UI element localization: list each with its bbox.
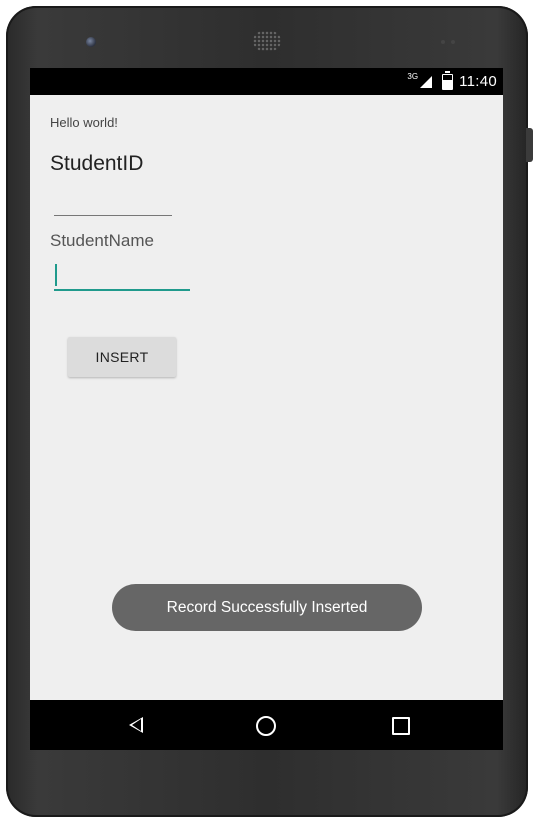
back-icon[interactable] (129, 717, 143, 733)
text-cursor (55, 264, 57, 286)
front-camera-icon (86, 37, 96, 47)
toast-message: Record Successfully Inserted (112, 584, 422, 631)
student-name-label: StudentName (50, 231, 154, 250)
status-bar: 3G 11:40 (30, 68, 503, 95)
status-clock: 11:40 (459, 73, 497, 90)
hello-text: Hello world! (50, 115, 118, 130)
cell-signal-icon (420, 75, 433, 88)
recents-icon[interactable] (392, 717, 410, 735)
earpiece-speaker-icon (253, 31, 281, 51)
home-icon[interactable] (256, 716, 276, 736)
phone-side-button (526, 128, 533, 162)
student-id-input[interactable] (54, 215, 172, 216)
battery-icon (442, 70, 454, 90)
insert-button[interactable]: INSERT (68, 337, 176, 377)
student-name-input[interactable] (54, 261, 190, 291)
light-sensor-icon (451, 40, 455, 44)
app-screen: Hello world! StudentID StudentName INSER… (30, 95, 503, 700)
status-icons: 3G 11:40 (407, 68, 497, 95)
proximity-sensor-icon (441, 40, 445, 44)
navigation-bar (30, 700, 503, 750)
network-type-label: 3G (407, 72, 419, 81)
student-id-label: StudentID (50, 152, 144, 175)
